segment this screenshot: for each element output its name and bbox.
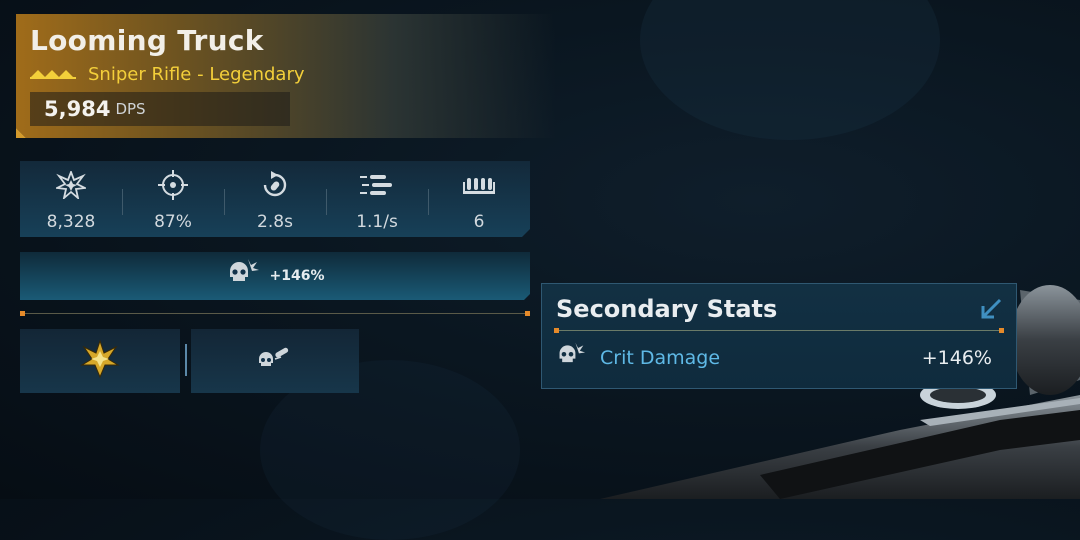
stat-reload[interactable]: 2.8s (224, 161, 326, 237)
magazine-icon (462, 171, 496, 199)
secondary-stat-name: Crit Damage (600, 347, 721, 369)
stat-value: 8,328 (46, 212, 96, 232)
weapon-name: Looming Truck (30, 24, 264, 57)
crit-bar-value: +146% (269, 268, 325, 284)
mod-slot-legendary[interactable] (20, 329, 180, 393)
stat-accuracy[interactable]: 87% (122, 161, 224, 237)
crit-damage-bar[interactable]: +146% (20, 252, 530, 300)
divider-accent (20, 311, 25, 316)
primary-stats-panel: 8,328 87% 2.8s 1.1/s 6 (20, 161, 530, 237)
stat-magazine[interactable]: 6 (428, 161, 530, 237)
stat-value: 87% (154, 212, 192, 232)
stat-value: 2.8s (257, 212, 293, 232)
fire-rate-icon (360, 171, 394, 199)
secondary-divider (556, 330, 1002, 331)
crit-skull-icon (556, 340, 586, 376)
legendary-badge-icon (80, 339, 120, 383)
secondary-stats-title: Secondary Stats (556, 295, 778, 323)
stat-damage[interactable]: 8,328 (20, 161, 122, 237)
section-divider (20, 313, 530, 314)
dps-box: 5,984 DPS (30, 92, 290, 126)
stat-value: 6 (473, 212, 485, 232)
secondary-stats-panel: Secondary Stats Crit Damage +146% (541, 283, 1017, 389)
collapse-arrow-icon[interactable] (980, 298, 1002, 324)
damage-burst-icon (56, 171, 86, 199)
weapon-type-rarity: Sniper Rifle - Legendary (88, 64, 305, 85)
secondary-stat-row[interactable]: Crit Damage +146% (556, 342, 992, 374)
background-glow (640, 0, 940, 140)
rarity-row: Sniper Rifle - Legendary (30, 64, 305, 85)
crit-skull-icon (226, 257, 260, 295)
mod-slot-separator (185, 344, 187, 376)
divider-accent (525, 311, 530, 316)
stat-fire-rate[interactable]: 1.1/s (326, 161, 428, 237)
mod-slot-crit[interactable] (191, 329, 359, 393)
accuracy-crosshair-icon (158, 171, 188, 199)
dps-value: 5,984 (44, 97, 111, 121)
divider-accent (999, 328, 1004, 333)
reload-icon (259, 171, 291, 199)
skull-bullet-icon (255, 345, 295, 377)
secondary-stat-value: +146% (921, 347, 992, 369)
divider-accent (554, 328, 559, 333)
legendary-chevrons-icon (30, 65, 78, 84)
dps-label: DPS (115, 100, 146, 118)
stat-value: 1.1/s (356, 212, 398, 232)
header-corner-accent (16, 128, 26, 138)
